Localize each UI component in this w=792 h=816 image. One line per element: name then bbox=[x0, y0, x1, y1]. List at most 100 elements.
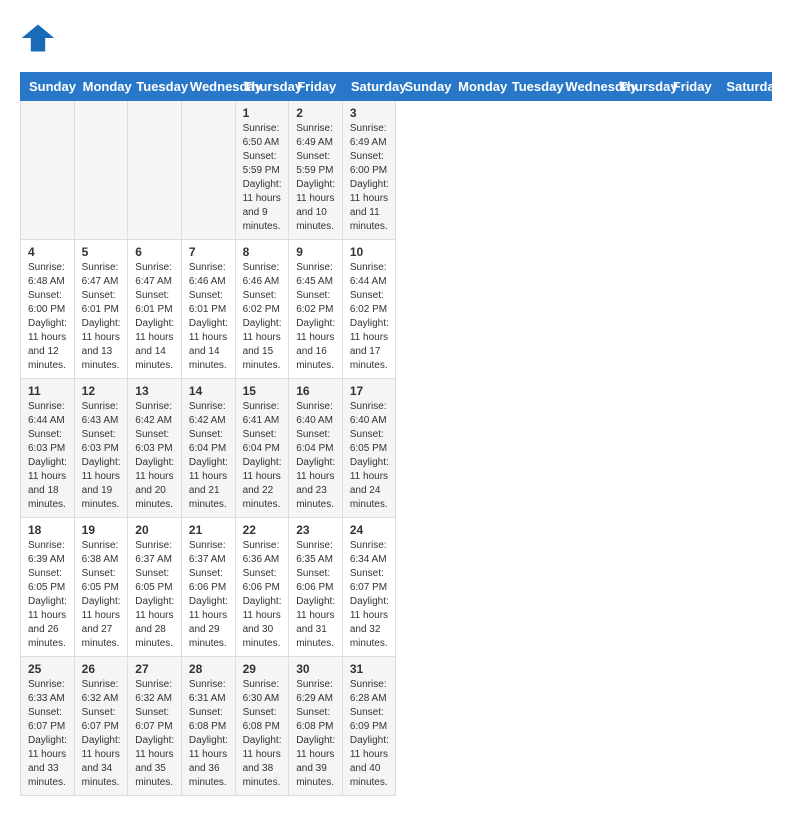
calendar-cell: 17 Sunrise: 6:40 AM Sunset: 6:05 PM Dayli… bbox=[342, 379, 396, 518]
calendar-cell bbox=[128, 101, 182, 240]
header-day-sunday: Sunday bbox=[396, 73, 450, 101]
calendar-cell: 26 Sunrise: 6:32 AM Sunset: 6:07 PM Dayli… bbox=[74, 657, 128, 796]
calendar-table: SundayMondayTuesdayWednesdayThursdayFrid… bbox=[20, 72, 772, 796]
calendar-cell: 7 Sunrise: 6:46 AM Sunset: 6:01 PM Daylig… bbox=[181, 240, 235, 379]
header-day-thursday: Thursday bbox=[611, 73, 665, 101]
header-sunday: Sunday bbox=[21, 73, 75, 101]
day-number: 10 bbox=[350, 245, 389, 259]
header-day-monday: Monday bbox=[450, 73, 504, 101]
day-number: 12 bbox=[82, 384, 121, 398]
day-info: Sunrise: 6:47 AM Sunset: 6:01 PM Dayligh… bbox=[135, 261, 174, 373]
header-day-friday: Friday bbox=[664, 73, 718, 101]
calendar-cell: 8 Sunrise: 6:46 AM Sunset: 6:02 PM Daylig… bbox=[235, 240, 289, 379]
calendar-cell: 27Sunrise: 6:32 AM Sunset: 6:07 PM Dayli… bbox=[128, 657, 182, 796]
day-number: 16 bbox=[296, 384, 335, 398]
day-info: Sunrise: 6:29 AM Sunset: 6:08 PM Dayligh… bbox=[296, 678, 335, 790]
day-number: 11 bbox=[28, 384, 67, 398]
day-info: Sunrise: 6:47 AM Sunset: 6:01 PM Dayligh… bbox=[82, 261, 121, 373]
day-number: 5 bbox=[82, 245, 121, 259]
day-number: 3 bbox=[350, 106, 389, 120]
calendar-cell: 12Sunrise: 6:43 AM Sunset: 6:03 PM Dayli… bbox=[74, 379, 128, 518]
calendar-cell: 3 Sunrise: 6:49 AM Sunset: 6:00 PM Daylig… bbox=[342, 101, 396, 240]
calendar-cell: 25Sunrise: 6:33 AM Sunset: 6:07 PM Dayli… bbox=[21, 657, 75, 796]
calendar-cell: 6 Sunrise: 6:47 AM Sunset: 6:01 PM Daylig… bbox=[128, 240, 182, 379]
day-info: Sunrise: 6:44 AM Sunset: 6:03 PM Dayligh… bbox=[28, 400, 67, 512]
day-info: Sunrise: 6:38 AM Sunset: 6:05 PM Dayligh… bbox=[82, 539, 121, 651]
calendar-cell: 15 Sunrise: 6:41 AM Sunset: 6:04 PM Dayli… bbox=[235, 379, 289, 518]
calendar-cell: 14 Sunrise: 6:42 AM Sunset: 6:04 PM Dayli… bbox=[181, 379, 235, 518]
calendar-cell: 4Sunrise: 6:48 AM Sunset: 6:00 PM Daylig… bbox=[21, 240, 75, 379]
calendar-cell: 16 Sunrise: 6:40 AM Sunset: 6:04 PM Dayli… bbox=[289, 379, 343, 518]
calendar-cell: 18 Sunrise: 6:39 AM Sunset: 6:05 PM Dayli… bbox=[21, 518, 75, 657]
day-number: 21 bbox=[189, 523, 228, 537]
day-info: Sunrise: 6:45 AM Sunset: 6:02 PM Dayligh… bbox=[296, 261, 335, 373]
header-day-wednesday: Wednesday bbox=[557, 73, 611, 101]
calendar-week-row: 25Sunrise: 6:33 AM Sunset: 6:07 PM Dayli… bbox=[21, 657, 772, 796]
day-number: 19 bbox=[82, 523, 121, 537]
day-info: Sunrise: 6:46 AM Sunset: 6:01 PM Dayligh… bbox=[189, 261, 228, 373]
day-info: Sunrise: 6:50 AM Sunset: 5:59 PM Dayligh… bbox=[243, 122, 282, 234]
day-number: 8 bbox=[243, 245, 282, 259]
day-info: Sunrise: 6:39 AM Sunset: 6:05 PM Dayligh… bbox=[28, 539, 67, 651]
day-number: 2 bbox=[296, 106, 335, 120]
day-number: 26 bbox=[82, 662, 121, 676]
day-number: 20 bbox=[135, 523, 174, 537]
day-number: 13 bbox=[135, 384, 174, 398]
day-info: Sunrise: 6:35 AM Sunset: 6:06 PM Dayligh… bbox=[296, 539, 335, 651]
day-info: Sunrise: 6:44 AM Sunset: 6:02 PM Dayligh… bbox=[350, 261, 389, 373]
day-number: 14 bbox=[189, 384, 228, 398]
day-number: 15 bbox=[243, 384, 282, 398]
calendar-cell: 10 Sunrise: 6:44 AM Sunset: 6:02 PM Dayli… bbox=[342, 240, 396, 379]
calendar-cell bbox=[74, 101, 128, 240]
day-info: Sunrise: 6:37 AM Sunset: 6:06 PM Dayligh… bbox=[189, 539, 228, 651]
day-number: 9 bbox=[296, 245, 335, 259]
day-number: 28 bbox=[189, 662, 228, 676]
calendar-week-row: 1 Sunrise: 6:50 AM Sunset: 5:59 PM Daylig… bbox=[21, 101, 772, 240]
calendar-cell: 13 Sunrise: 6:42 AM Sunset: 6:03 PM Dayli… bbox=[128, 379, 182, 518]
calendar-cell: 22Sunrise: 6:36 AM Sunset: 6:06 PM Dayli… bbox=[235, 518, 289, 657]
calendar-cell: 28 Sunrise: 6:31 AM Sunset: 6:08 PM Dayli… bbox=[181, 657, 235, 796]
calendar-cell: 31 Sunrise: 6:28 AM Sunset: 6:09 PM Dayli… bbox=[342, 657, 396, 796]
day-info: Sunrise: 6:31 AM Sunset: 6:08 PM Dayligh… bbox=[189, 678, 228, 790]
day-number: 30 bbox=[296, 662, 335, 676]
calendar-cell: 1 Sunrise: 6:50 AM Sunset: 5:59 PM Daylig… bbox=[235, 101, 289, 240]
calendar-cell: 11 Sunrise: 6:44 AM Sunset: 6:03 PM Dayli… bbox=[21, 379, 75, 518]
header-day-tuesday: Tuesday bbox=[503, 73, 557, 101]
day-info: Sunrise: 6:42 AM Sunset: 6:04 PM Dayligh… bbox=[189, 400, 228, 512]
header-wednesday: Wednesday bbox=[181, 73, 235, 101]
day-info: Sunrise: 6:28 AM Sunset: 6:09 PM Dayligh… bbox=[350, 678, 389, 790]
header-day-saturday: Saturday bbox=[718, 73, 772, 101]
day-number: 1 bbox=[243, 106, 282, 120]
day-info: Sunrise: 6:32 AM Sunset: 6:07 PM Dayligh… bbox=[82, 678, 121, 790]
day-info: Sunrise: 6:40 AM Sunset: 6:05 PM Dayligh… bbox=[350, 400, 389, 512]
day-info: Sunrise: 6:40 AM Sunset: 6:04 PM Dayligh… bbox=[296, 400, 335, 512]
day-number: 6 bbox=[135, 245, 174, 259]
calendar-cell: 29 Sunrise: 6:30 AM Sunset: 6:08 PM Dayli… bbox=[235, 657, 289, 796]
day-info: Sunrise: 6:36 AM Sunset: 6:06 PM Dayligh… bbox=[243, 539, 282, 651]
calendar-cell bbox=[181, 101, 235, 240]
calendar-cell: 2Sunrise: 6:49 AM Sunset: 5:59 PM Daylig… bbox=[289, 101, 343, 240]
day-info: Sunrise: 6:33 AM Sunset: 6:07 PM Dayligh… bbox=[28, 678, 67, 790]
day-number: 7 bbox=[189, 245, 228, 259]
day-info: Sunrise: 6:49 AM Sunset: 6:00 PM Dayligh… bbox=[350, 122, 389, 234]
header-thursday: Thursday bbox=[235, 73, 289, 101]
header-monday: Monday bbox=[74, 73, 128, 101]
calendar-cell: 24Sunrise: 6:34 AM Sunset: 6:07 PM Dayli… bbox=[342, 518, 396, 657]
day-info: Sunrise: 6:34 AM Sunset: 6:07 PM Dayligh… bbox=[350, 539, 389, 651]
page-header bbox=[20, 20, 772, 56]
day-info: Sunrise: 6:41 AM Sunset: 6:04 PM Dayligh… bbox=[243, 400, 282, 512]
day-info: Sunrise: 6:30 AM Sunset: 6:08 PM Dayligh… bbox=[243, 678, 282, 790]
day-info: Sunrise: 6:42 AM Sunset: 6:03 PM Dayligh… bbox=[135, 400, 174, 512]
day-number: 29 bbox=[243, 662, 282, 676]
calendar-cell: 19 Sunrise: 6:38 AM Sunset: 6:05 PM Dayli… bbox=[74, 518, 128, 657]
day-number: 17 bbox=[350, 384, 389, 398]
day-info: Sunrise: 6:32 AM Sunset: 6:07 PM Dayligh… bbox=[135, 678, 174, 790]
calendar-cell bbox=[21, 101, 75, 240]
calendar-header-row: SundayMondayTuesdayWednesdayThursdayFrid… bbox=[21, 73, 772, 101]
day-number: 18 bbox=[28, 523, 67, 537]
header-saturday: Saturday bbox=[342, 73, 396, 101]
day-info: Sunrise: 6:46 AM Sunset: 6:02 PM Dayligh… bbox=[243, 261, 282, 373]
calendar-cell: 9 Sunrise: 6:45 AM Sunset: 6:02 PM Daylig… bbox=[289, 240, 343, 379]
day-info: Sunrise: 6:48 AM Sunset: 6:00 PM Dayligh… bbox=[28, 261, 67, 373]
day-number: 31 bbox=[350, 662, 389, 676]
